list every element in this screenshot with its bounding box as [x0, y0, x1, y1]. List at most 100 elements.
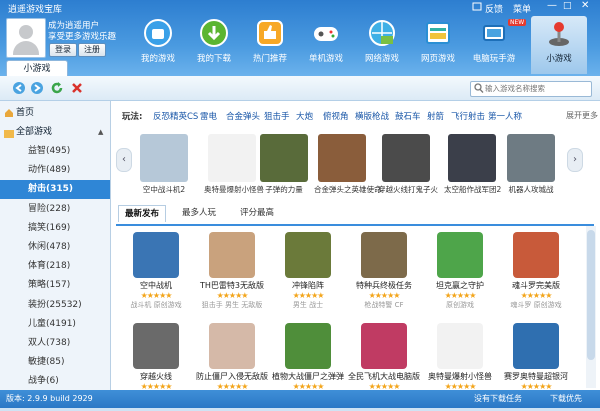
- tab-mini-games[interactable]: 小游戏: [6, 60, 68, 77]
- game-thumbnail: [209, 323, 255, 369]
- refresh-icon[interactable]: [50, 81, 64, 95]
- nav-single-player[interactable]: 单机游戏: [298, 16, 354, 72]
- game-tags: 枪战特警 CF: [364, 301, 404, 309]
- featured-game-title: 太空船作战军团2: [444, 185, 502, 194]
- menu-button[interactable]: 菜单: [513, 2, 531, 15]
- sidebar-item-category[interactable]: 双人(738): [0, 334, 110, 353]
- featured-game-title: 穿越火线打鬼子火: [378, 185, 438, 194]
- sidebar-item-category[interactable]: 动作(489): [0, 161, 110, 180]
- stop-icon[interactable]: [70, 81, 84, 95]
- rating-stars: ★★★★★: [292, 291, 325, 300]
- download-task-status[interactable]: 没有下载任务: [474, 393, 522, 404]
- feedback-button[interactable]: 反馈: [485, 2, 503, 15]
- game-title: 坦克赢之守护: [436, 281, 484, 290]
- game-tile[interactable]: 特种兵终极任务 ★★★★★ 枪战特警 CF: [346, 232, 422, 320]
- game-tags: 狙击手 男生 无敌版: [201, 301, 263, 309]
- sidebar-item-category[interactable]: 搞笑(169): [0, 219, 110, 238]
- filter-tag[interactable]: 射箭: [427, 110, 444, 122]
- minimize-icon[interactable]: —: [547, 0, 557, 11]
- sidebar-item-category[interactable]: 射击(315): [0, 180, 110, 200]
- gamepad-icon: [311, 18, 341, 48]
- collapse-icon[interactable]: ▲: [98, 123, 103, 141]
- sidebar-item-category[interactable]: 战争(6): [0, 372, 110, 391]
- filter-tag[interactable]: 合金弹头: [226, 110, 260, 122]
- nav-my-downloads[interactable]: 我的下载: [186, 16, 242, 72]
- scrollbar-thumb[interactable]: [587, 230, 595, 360]
- back-icon[interactable]: [12, 81, 26, 95]
- game-thumbnail: [209, 232, 255, 278]
- filter-tag[interactable]: 鼓石车: [395, 110, 421, 122]
- download-icon: [199, 18, 229, 48]
- game-title: 防止僵尸入侵无敌版: [196, 372, 268, 381]
- joystick-icon: [544, 18, 574, 48]
- maximize-icon[interactable]: □: [563, 1, 572, 11]
- register-button[interactable]: 注册: [78, 43, 106, 57]
- filter-tag[interactable]: 狙击手: [264, 110, 290, 122]
- skin-icon[interactable]: [472, 2, 482, 14]
- app-title: 逍遥游戏宝库: [8, 5, 63, 15]
- filter-tag[interactable]: 雷电: [200, 110, 217, 122]
- carousel-prev-button[interactable]: ‹: [116, 148, 132, 172]
- game-tile[interactable]: 坦克赢之守护 ★★★★★ 原创游戏: [422, 232, 498, 320]
- game-tile[interactable]: 冲锋陷阵 ★★★★★ 男生 战士: [270, 232, 346, 320]
- sidebar-item-all-games[interactable]: 全部游戏 ▲: [0, 123, 110, 141]
- featured-game[interactable]: 太空船作战军团2: [444, 134, 502, 195]
- nav-my-games[interactable]: 我的游戏: [130, 16, 186, 72]
- sidebar-item-category[interactable]: 策略(157): [0, 276, 110, 295]
- featured-game[interactable]: 子弹的力量: [256, 134, 312, 195]
- user-subprompt: 享受更多游戏乐趣: [48, 32, 117, 42]
- avatar[interactable]: [6, 18, 46, 58]
- nav-hot[interactable]: 热门推荐: [242, 16, 298, 72]
- search-box[interactable]: [470, 81, 592, 97]
- filter-tag[interactable]: 反恐精英CS: [153, 110, 198, 122]
- filter-tag[interactable]: 横版枪战: [355, 110, 389, 122]
- nav-label: 热门推荐: [252, 54, 287, 64]
- close-icon[interactable]: ✕: [581, 0, 589, 11]
- game-title: 魂斗罗完美版: [512, 281, 560, 290]
- game-tags: 男生 战士: [292, 301, 324, 309]
- featured-game[interactable]: 穿越火线打鬼子火: [378, 134, 438, 195]
- game-title: 奥特曼爆射小怪兽: [428, 372, 492, 381]
- login-button[interactable]: 登录: [49, 43, 77, 57]
- tab-sort[interactable]: 评分最高: [234, 205, 280, 221]
- tab-sort[interactable]: 最新发布: [118, 205, 167, 222]
- nav-online[interactable]: 网络游戏: [354, 16, 410, 72]
- game-tile[interactable]: 魂斗罗完美版 ★★★★★ 魂斗罗 原创游戏: [498, 232, 574, 320]
- version-text: 版本: 2.9.9 build 2929: [6, 394, 93, 403]
- sidebar-item-category[interactable]: 敏捷(85): [0, 353, 110, 372]
- filter-tag[interactable]: 第一人称: [488, 110, 522, 122]
- sidebar-item-category[interactable]: 冒险(228): [0, 200, 110, 219]
- globe-icon: [367, 18, 397, 48]
- featured-game[interactable]: 空中战斗机2: [136, 134, 192, 195]
- nav-label: 网页游戏: [420, 54, 455, 64]
- featured-game[interactable]: 奥特曼爆射小怪兽: [204, 134, 264, 195]
- featured-game[interactable]: 合金弹头之英雄使命: [314, 134, 382, 195]
- sidebar-item-category[interactable]: 体育(218): [0, 257, 110, 276]
- game-thumbnail: [140, 134, 188, 182]
- sidebar-item-category[interactable]: 休闲(478): [0, 238, 110, 257]
- featured-game[interactable]: 机器人攻城战: [503, 134, 559, 195]
- sidebar-item-category[interactable]: 儿童(4191): [0, 315, 110, 334]
- carousel-next-button[interactable]: ›: [567, 148, 583, 172]
- forward-icon[interactable]: [30, 81, 44, 95]
- expand-more-button[interactable]: 展开更多: [566, 110, 598, 121]
- filter-tag[interactable]: 俯视角: [323, 110, 349, 122]
- sidebar-item-category[interactable]: 装扮(25532): [0, 296, 110, 315]
- game-tile[interactable]: TH巴雷特3无敌版 ★★★★★ 狙击手 男生 无敌版: [194, 232, 270, 320]
- nav-mini-games[interactable]: 小游戏: [531, 16, 587, 74]
- game-title: 特种兵终极任务: [356, 281, 412, 290]
- filter-tag[interactable]: 大炮: [296, 110, 313, 122]
- game-thumbnail: [513, 232, 559, 278]
- nav-web-games[interactable]: 网页游戏: [410, 16, 466, 72]
- game-thumbnail: [133, 232, 179, 278]
- nav-label: 我的下载: [196, 54, 231, 64]
- tab-sort[interactable]: 最多人玩: [176, 205, 222, 221]
- sidebar-item-category[interactable]: 益智(495): [0, 142, 110, 161]
- search-input[interactable]: [471, 82, 589, 94]
- game-tile[interactable]: 空中战机 ★★★★★ 战斗机 原创游戏: [118, 232, 194, 320]
- filter-tag[interactable]: 飞行射击: [451, 110, 485, 122]
- download-priority-button[interactable]: 下载优先: [550, 393, 582, 404]
- game-tags: 战斗机 原创游戏: [130, 301, 182, 309]
- rating-stars: ★★★★★: [520, 291, 553, 300]
- sidebar-item-home[interactable]: 首页: [0, 104, 110, 122]
